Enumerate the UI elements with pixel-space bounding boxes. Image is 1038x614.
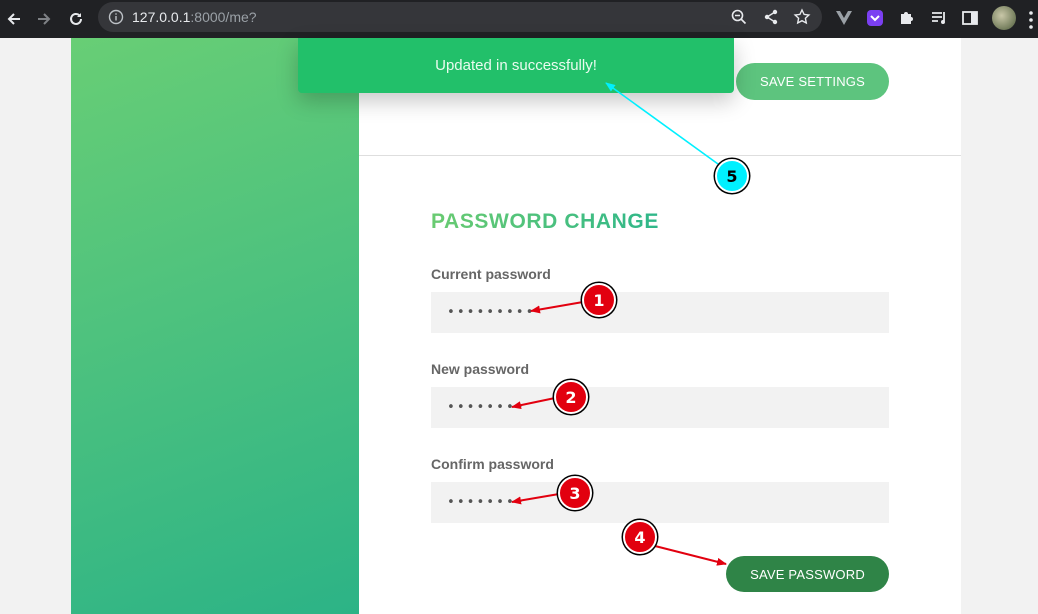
address-bar[interactable]: 127.0.0.1:8000/me?	[98, 2, 822, 32]
purple-extension-icon[interactable]	[865, 8, 885, 28]
forward-button[interactable]	[30, 5, 58, 33]
success-toast[interactable]: Updated in successfully!	[298, 38, 734, 93]
current-password-input[interactable]: •••••••••	[431, 292, 889, 333]
arrow-right-icon	[38, 13, 51, 25]
step-marker-2: 2	[554, 380, 588, 414]
menu-kebab-icon[interactable]	[1028, 10, 1034, 30]
share-icon[interactable]	[762, 8, 780, 26]
gradient-sidebar	[71, 38, 359, 614]
new-password-label: New password	[431, 361, 530, 377]
bookmark-star-icon[interactable]	[793, 8, 811, 26]
new-password-input[interactable]: ••••••••	[431, 387, 889, 428]
url-path: :8000/me?	[190, 9, 257, 25]
save-password-button[interactable]: SAVE PASSWORD	[726, 556, 889, 592]
info-icon[interactable]	[108, 9, 124, 25]
step-marker-1: 1	[582, 283, 616, 317]
zoom-icon[interactable]	[730, 8, 748, 26]
vue-devtools-extension-icon[interactable]	[834, 8, 854, 28]
current-password-label: Current password	[431, 266, 551, 282]
extensions-puzzle-icon[interactable]	[897, 8, 917, 28]
save-settings-button[interactable]: SAVE SETTINGS	[736, 63, 889, 100]
reload-button[interactable]	[62, 5, 90, 33]
confirm-password-label: Confirm password	[431, 456, 554, 472]
section-divider	[359, 155, 961, 156]
back-button[interactable]	[0, 5, 28, 33]
profile-avatar[interactable]	[992, 6, 1016, 30]
step-marker-3: 3	[558, 476, 592, 510]
browser-toolbar: 127.0.0.1:8000/me?	[0, 0, 1038, 38]
url-text: 127.0.0.1:8000/me?	[132, 9, 257, 25]
toast-message: Updated in successfully!	[435, 57, 597, 74]
reload-icon	[70, 12, 82, 25]
step-marker-4: 4	[623, 520, 657, 554]
arrow-left-icon	[7, 13, 20, 25]
confirm-password-input[interactable]: ••••••••	[431, 482, 889, 523]
media-control-icon[interactable]	[929, 8, 949, 28]
password-change-heading: PASSWORD CHANGE	[431, 210, 659, 233]
side-panel-icon[interactable]	[960, 8, 980, 28]
url-host: 127.0.0.1	[132, 9, 191, 25]
step-marker-5: 5	[715, 159, 749, 193]
